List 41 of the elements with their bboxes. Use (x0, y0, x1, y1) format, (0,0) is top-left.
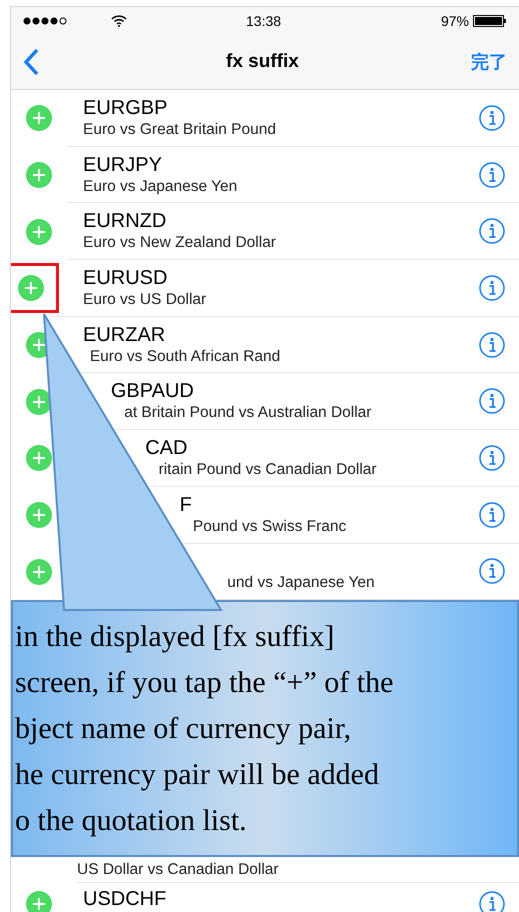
pair-description: US Dollar vs Canadian Dollar (77, 860, 279, 880)
info-icon[interactable] (479, 891, 505, 912)
info-icon[interactable] (479, 558, 505, 584)
info-icon[interactable] (479, 104, 505, 131)
callout-text: he currency pair will be added (14, 756, 379, 793)
info-icon[interactable] (479, 332, 505, 358)
pair-code: EURNZD (83, 209, 166, 234)
info-icon[interactable] (479, 162, 505, 188)
info-icon[interactable] (479, 444, 505, 471)
pair-description: Euro vs Japanese Yen (83, 176, 238, 197)
info-icon[interactable] (479, 218, 505, 244)
info-icon[interactable] (479, 502, 505, 528)
info-icon[interactable] (479, 274, 505, 301)
pair-code: EURJPY (83, 152, 162, 177)
pair-description: und vs Japanese Yen (227, 573, 375, 594)
pair-code: F (180, 492, 192, 517)
pair-code: USDCHF (83, 887, 166, 912)
pair-code: CAD (145, 436, 188, 460)
callout-text: bject name of currency pair, (14, 710, 352, 747)
pair-description: Pound vs Swiss Franc (192, 516, 346, 537)
pair-code: GBPAUD (110, 379, 194, 404)
callout-text: screen, if you tap the “+” of the (14, 664, 394, 701)
chevron-left-icon (23, 48, 39, 76)
pair-code: EURGBP (83, 96, 168, 120)
battery-icon (473, 15, 507, 27)
status-time: 13:38 (246, 12, 282, 30)
pair-description: Euro vs New Zealand Dollar (83, 233, 276, 254)
callout-text: in the displayed [fx suffix] (14, 618, 334, 655)
wifi-icon (111, 15, 127, 27)
callout-text: o the quotation list. (14, 802, 247, 839)
pair-description: Euro vs US Dollar (83, 290, 206, 310)
pair-description: at Britain Pound vs Australian Dollar (124, 403, 372, 424)
info-icon[interactable] (479, 388, 505, 414)
pair-description: ritain Pound vs Canadian Dollar (158, 460, 377, 480)
battery-percent: 97% (440, 12, 469, 30)
pair-code: EURZAR (83, 322, 166, 347)
pair-description: Euro vs Great Britain Pound (83, 120, 276, 140)
pair-code: EURUSD (83, 266, 168, 290)
done-button[interactable]: 完了 (471, 48, 507, 76)
nav-title: fx suffix (226, 50, 299, 74)
pair-description: Euro vs South African Rand (90, 346, 280, 367)
